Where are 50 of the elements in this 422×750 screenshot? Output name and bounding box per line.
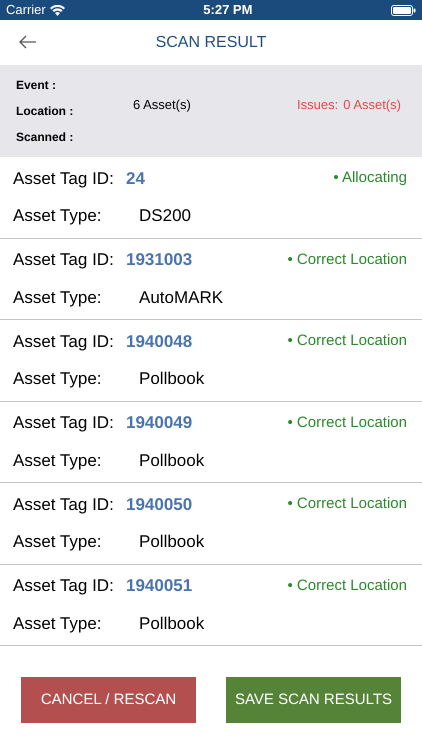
type-label: Asset Type: <box>13 286 103 309</box>
clock-time: 5:27 PM <box>203 1 252 20</box>
page-title: SCAN RESULT <box>156 32 266 52</box>
type-label: Asset Type: <box>13 531 103 554</box>
type-label: Asset Type: <box>13 612 103 635</box>
asset-row[interactable]: Asset Tag ID: 1940049 • Correct Location Asset Type: Pollbook <box>0 402 422 483</box>
type-label: Asset Type: <box>13 368 103 390</box>
tag-id: 1940048 <box>126 330 192 353</box>
status-text: • Correct Location <box>288 494 407 514</box>
tag-id: 1940049 <box>126 412 192 434</box>
status-text: • Allocating <box>333 168 407 188</box>
asset-row[interactable]: Asset Tag ID: 1940051 • Correct Location Asset Type: Pollbook <box>0 564 422 646</box>
status-text: • Correct Location <box>288 576 407 596</box>
type-label: Asset Type: <box>13 450 103 472</box>
asset-type: Pollbook <box>139 450 204 472</box>
tag-id: 24 <box>126 168 145 190</box>
carrier-label: Carrier <box>6 1 46 20</box>
cancel-rescan-button[interactable]: CANCEL / RESCAN <box>21 677 196 723</box>
tag-label: Asset Tag ID: <box>13 575 115 598</box>
asset-row[interactable]: Asset Tag ID: 1940048 • Correct Location Asset Type: Pollbook <box>0 320 422 402</box>
asset-row[interactable]: Asset Tag ID: 24 • Allocating Asset Type: DS200 <box>0 157 422 238</box>
status-text: • Correct Location <box>288 250 407 270</box>
issues-count: 0 Asset(s) <box>343 96 401 114</box>
asset-type: Pollbook <box>139 612 204 635</box>
tag-label: Asset Tag ID: <box>13 494 115 516</box>
asset-type: Pollbook <box>139 531 204 554</box>
back-arrow-icon[interactable] <box>19 35 37 49</box>
type-label: Asset Type: <box>13 205 103 228</box>
asset-row[interactable]: Asset Tag ID: 1940050 • Correct Location Asset Type: Pollbook <box>0 483 422 564</box>
wifi-icon <box>50 4 65 16</box>
tag-id: 1940051 <box>126 575 192 598</box>
tag-label: Asset Tag ID: <box>13 249 115 272</box>
tag-label: Asset Tag ID: <box>13 412 115 434</box>
asset-type: DS200 <box>139 205 191 228</box>
asset-type: AutoMARK <box>139 286 224 309</box>
issues-label: Issues: <box>297 96 338 114</box>
scanned-label: Scanned : <box>16 129 74 146</box>
scanned-count: 6 Asset(s) <box>133 96 191 114</box>
tag-id: 1931003 <box>126 249 192 272</box>
location-label: Location : <box>16 103 74 120</box>
tag-id: 1940050 <box>126 494 192 516</box>
tag-label: Asset Tag ID: <box>13 168 115 190</box>
asset-type: Pollbook <box>139 368 204 390</box>
tag-label: Asset Tag ID: <box>13 330 115 353</box>
save-results-button[interactable]: SAVE SCAN RESULTS <box>226 677 401 723</box>
status-text: • Correct Location <box>288 412 407 433</box>
battery-icon <box>391 4 416 16</box>
event-label: Event : <box>16 77 58 94</box>
asset-row[interactable]: Asset Tag ID: 1931003 • Correct Location Asset Type: AutoMARK <box>0 238 422 320</box>
status-text: • Correct Location <box>288 331 407 352</box>
